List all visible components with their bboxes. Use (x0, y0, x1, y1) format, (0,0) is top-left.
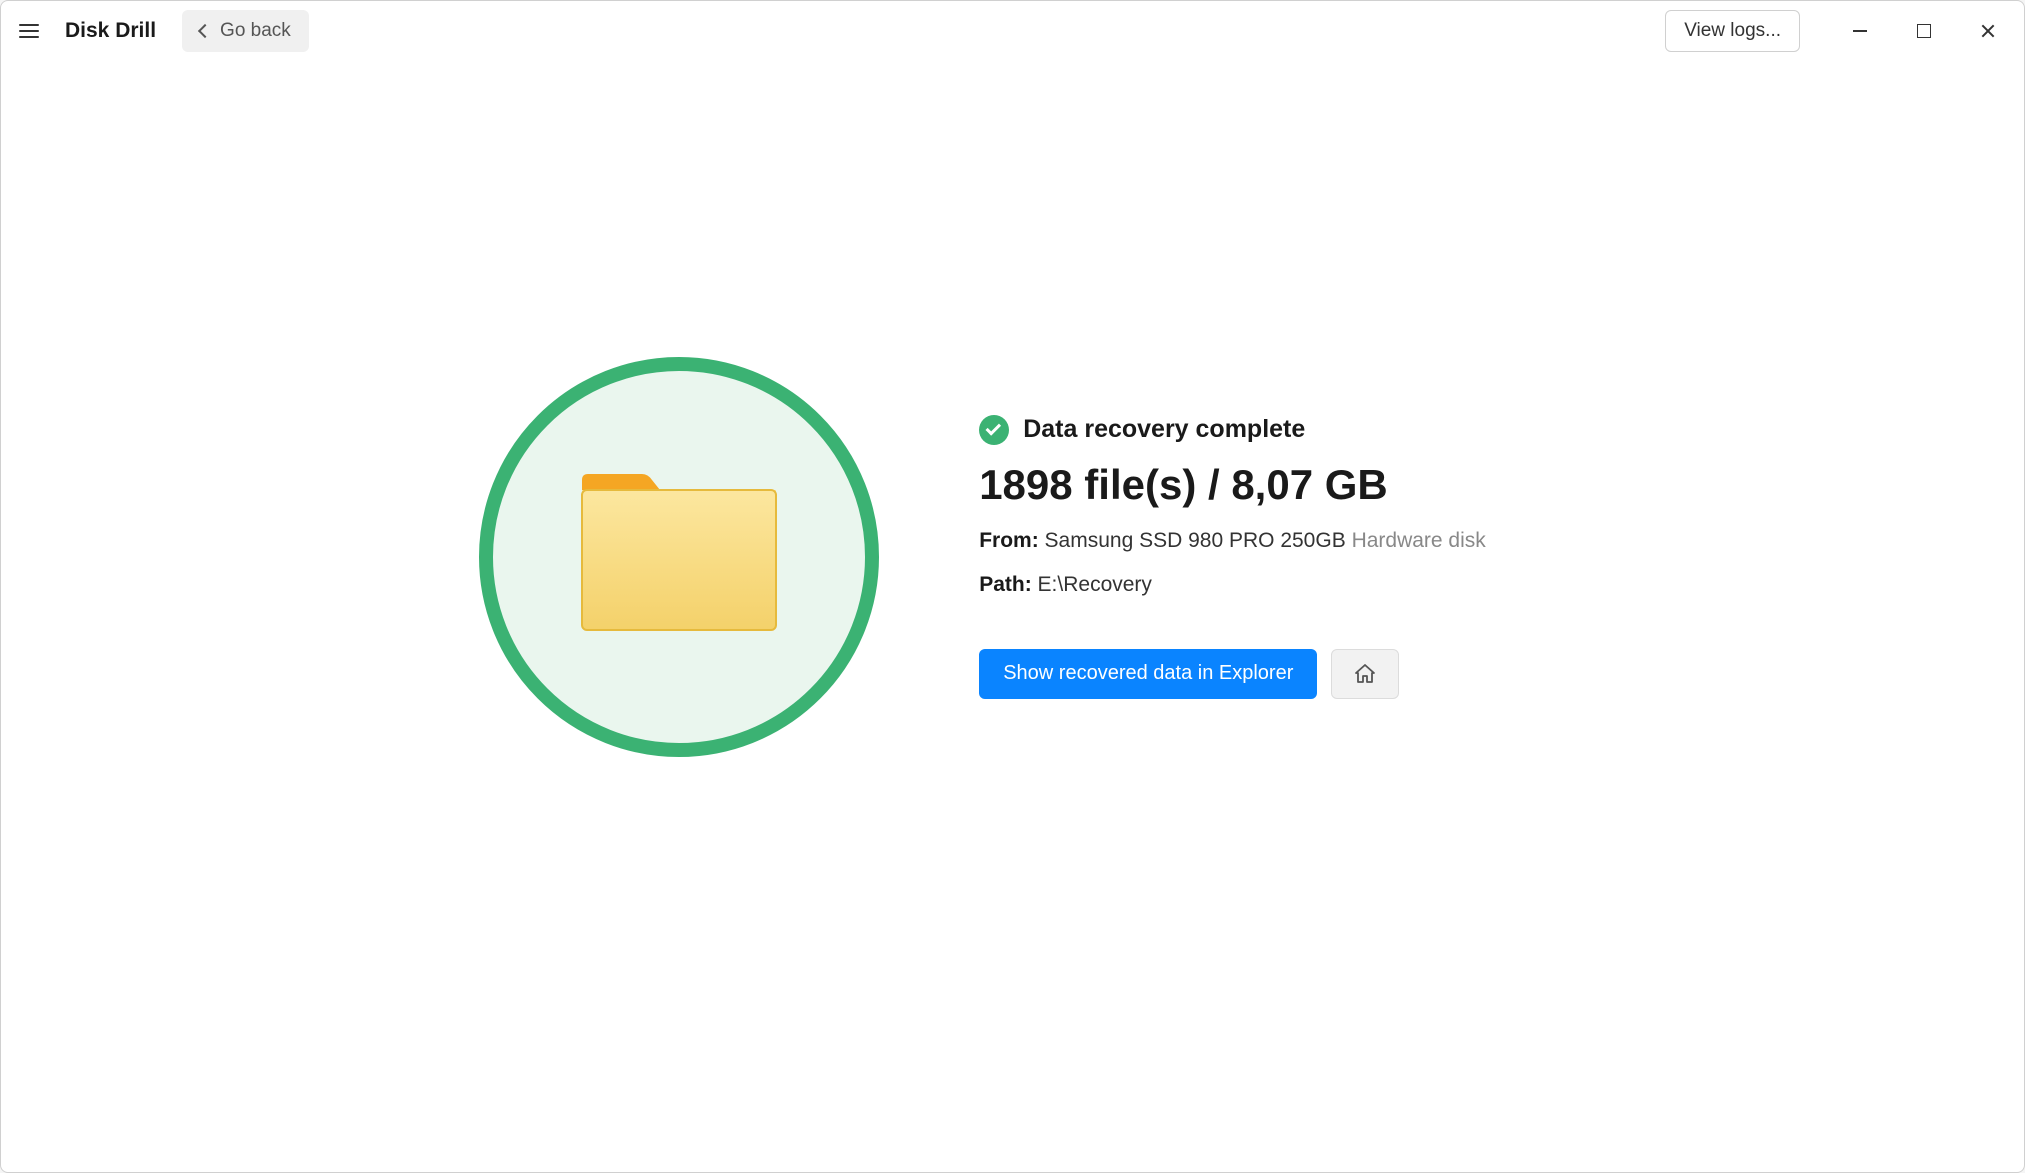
checkmark-icon (979, 415, 1009, 445)
maximize-button[interactable] (1896, 11, 1952, 51)
hamburger-icon (19, 24, 39, 38)
folder-graphic (479, 357, 879, 757)
content-area: Data recovery complete 1898 file(s) / 8,… (1, 61, 2024, 1172)
info-block: Data recovery complete 1898 file(s) / 8,… (979, 415, 1486, 699)
from-row: From: Samsung SSD 980 PRO 250GB Hardware… (979, 529, 1486, 553)
minimize-button[interactable] (1832, 11, 1888, 51)
close-button[interactable] (1960, 11, 2016, 51)
maximize-icon (1917, 24, 1931, 38)
menu-button[interactable] (9, 11, 49, 51)
app-window: Disk Drill Go back View logs... (0, 0, 2025, 1173)
show-in-explorer-button[interactable]: Show recovered data in Explorer (979, 649, 1317, 699)
titlebar: Disk Drill Go back View logs... (1, 1, 2024, 61)
folder-icon (574, 472, 784, 642)
home-icon (1353, 662, 1377, 686)
go-back-label: Go back (220, 20, 291, 42)
app-title: Disk Drill (65, 19, 156, 43)
status-text: Data recovery complete (1023, 415, 1305, 444)
home-button[interactable] (1331, 649, 1399, 699)
status-row: Data recovery complete (979, 415, 1486, 445)
window-controls (1832, 11, 2016, 51)
path-value: E:\Recovery (1038, 573, 1152, 596)
chevron-left-icon (198, 24, 212, 38)
files-count-heading: 1898 file(s) / 8,07 GB (979, 461, 1486, 509)
go-back-button[interactable]: Go back (182, 10, 309, 52)
action-row: Show recovered data in Explorer (979, 649, 1486, 699)
close-icon (1980, 23, 1996, 39)
from-type: Hardware disk (1352, 529, 1486, 552)
path-row: Path: E:\Recovery (979, 573, 1486, 597)
minimize-icon (1853, 30, 1867, 32)
success-circle (479, 357, 879, 757)
path-label: Path: (979, 573, 1032, 596)
from-value: Samsung SSD 980 PRO 250GB (1045, 529, 1346, 552)
recovery-container: Data recovery complete 1898 file(s) / 8,… (479, 357, 1486, 757)
view-logs-button[interactable]: View logs... (1665, 10, 1800, 52)
from-label: From: (979, 529, 1039, 552)
